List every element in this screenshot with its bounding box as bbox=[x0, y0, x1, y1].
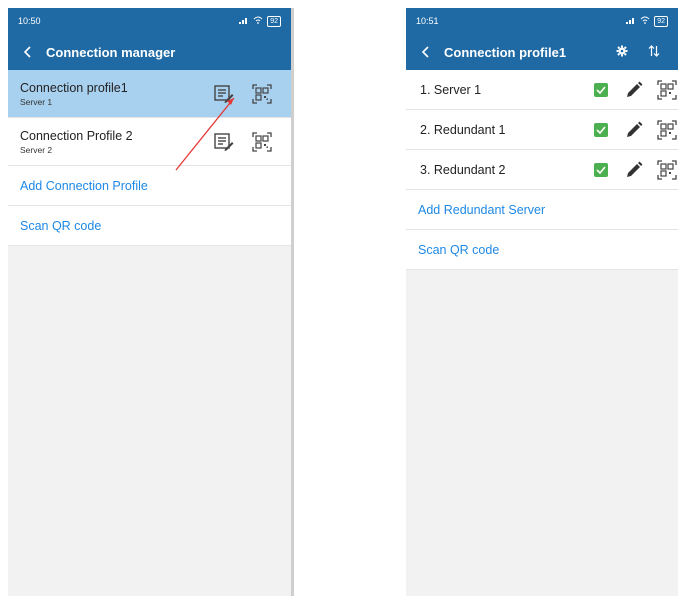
server-row[interactable]: 1. Server 1 bbox=[406, 70, 678, 110]
server-label: 2. Redundant 1 bbox=[420, 122, 506, 137]
checkbox-checked-icon[interactable] bbox=[594, 162, 608, 177]
pencil-icon[interactable] bbox=[624, 81, 644, 99]
app-bar: Connection profile1 bbox=[406, 34, 678, 70]
status-time: 10:51 bbox=[416, 16, 439, 26]
back-arrow-icon[interactable] bbox=[414, 34, 438, 70]
wifi-icon bbox=[640, 16, 650, 26]
status-bar: 10:50 92 bbox=[8, 8, 291, 34]
qr-code-icon[interactable] bbox=[656, 159, 678, 180]
app-bar: Connection manager bbox=[8, 34, 291, 70]
profile-name: Connection Profile 2 bbox=[20, 128, 133, 143]
pencil-icon[interactable] bbox=[624, 161, 644, 179]
server-row[interactable]: 2. Redundant 1 bbox=[406, 110, 678, 150]
battery-icon: 92 bbox=[267, 15, 281, 27]
edit-list-icon[interactable] bbox=[205, 132, 243, 151]
checkbox-checked-icon[interactable] bbox=[594, 122, 608, 137]
gear-icon[interactable] bbox=[606, 44, 638, 60]
add-redundant-server-button[interactable]: Add Redundant Server bbox=[406, 190, 678, 230]
qr-code-icon[interactable] bbox=[243, 83, 281, 104]
qr-code-icon[interactable] bbox=[243, 131, 281, 152]
sort-icon[interactable] bbox=[638, 44, 670, 60]
profile-server: Server 2 bbox=[20, 144, 53, 155]
profile-row-2[interactable]: Connection Profile 2 Server 2 bbox=[8, 118, 291, 166]
qr-code-icon[interactable] bbox=[656, 119, 678, 140]
status-bar: 10:51 92 bbox=[406, 8, 678, 34]
back-arrow-icon[interactable] bbox=[16, 34, 40, 70]
status-time: 10:50 bbox=[18, 16, 41, 26]
signal-icon bbox=[239, 16, 249, 26]
wifi-icon bbox=[253, 16, 263, 26]
profile-server: Server 1 bbox=[20, 96, 53, 107]
checkbox-checked-icon[interactable] bbox=[594, 82, 608, 97]
page-title: Connection profile1 bbox=[444, 44, 567, 60]
profile-list: Connection profile1 Server 1 Connection … bbox=[8, 70, 291, 246]
connection-profile-screen: 10:51 92 Connection profile1 1. Server 1 bbox=[406, 8, 678, 596]
connection-manager-screen: 10:50 92 Connection manager Connection p… bbox=[8, 8, 294, 596]
qr-code-icon[interactable] bbox=[656, 79, 678, 100]
server-label: 1. Server 1 bbox=[420, 82, 482, 97]
pencil-icon[interactable] bbox=[624, 121, 644, 139]
battery-icon: 92 bbox=[654, 15, 668, 27]
profile-row-1[interactable]: Connection profile1 Server 1 bbox=[8, 70, 291, 118]
add-connection-profile-button[interactable]: Add Connection Profile bbox=[8, 166, 291, 206]
profile-name: Connection profile1 bbox=[20, 80, 128, 95]
status-icons: 92 bbox=[239, 15, 281, 27]
server-row[interactable]: 3. Redundant 2 bbox=[406, 150, 678, 190]
scan-qr-code-button[interactable]: Scan QR code bbox=[406, 230, 678, 270]
edit-list-icon[interactable] bbox=[205, 84, 243, 103]
scan-qr-code-button[interactable]: Scan QR code bbox=[8, 206, 291, 246]
server-label: 3. Redundant 2 bbox=[420, 162, 506, 177]
page-title: Connection manager bbox=[46, 44, 176, 60]
server-list: 1. Server 1 2. Redundant 1 3. Redundant … bbox=[406, 70, 678, 270]
status-icons: 92 bbox=[626, 15, 668, 27]
signal-icon bbox=[626, 16, 636, 26]
